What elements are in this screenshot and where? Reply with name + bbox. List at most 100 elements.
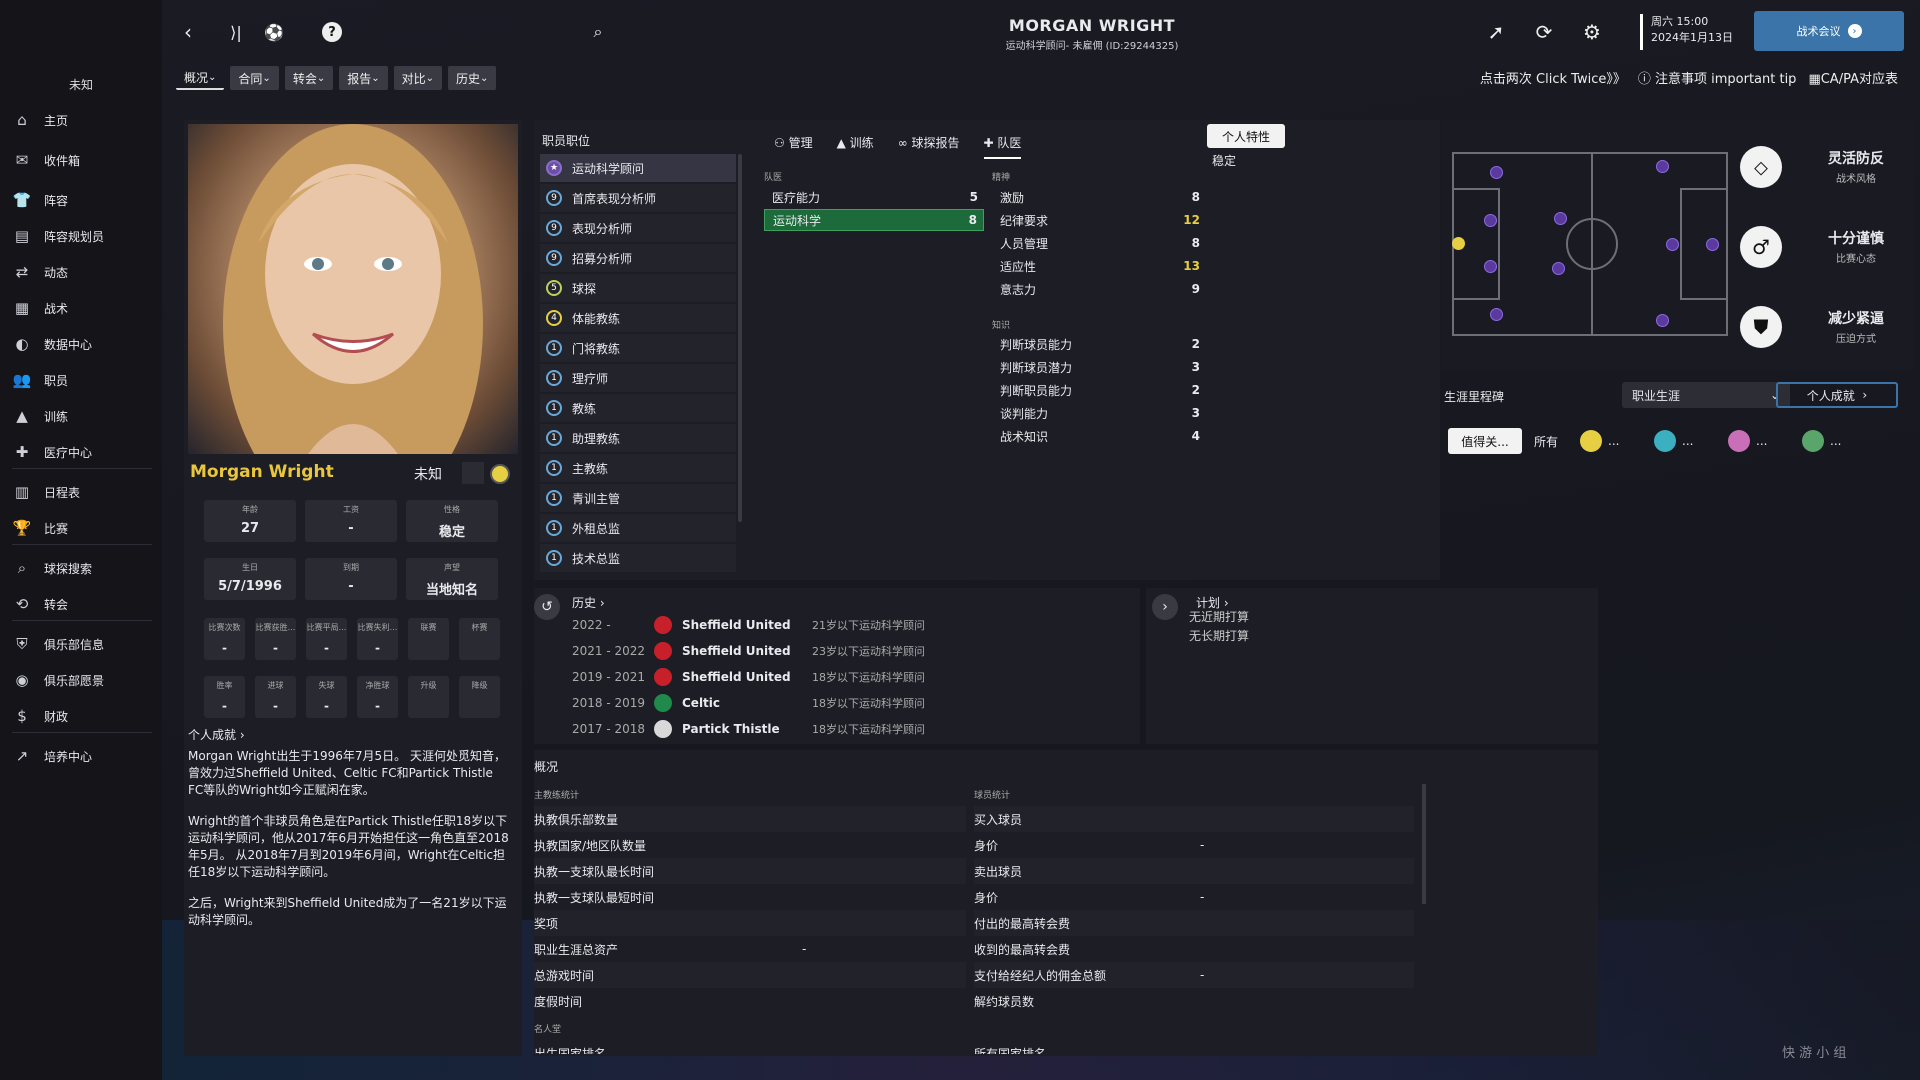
tactics-meeting-label: 战术会议: [1796, 25, 1841, 38]
important-tip-link[interactable]: ⓘ 注意事项 important tip: [1638, 68, 1797, 87]
role-item[interactable]: 1 助理教练: [540, 424, 736, 452]
tab-0[interactable]: 概况 ⌄: [176, 66, 225, 90]
sidebar-item-home[interactable]: ⌂ 主页: [12, 106, 157, 134]
sidebar-item-development[interactable]: ↗ 培养中心: [12, 742, 157, 770]
role-item[interactable]: 9 招募分析师: [540, 244, 736, 272]
sidebar-item-dynamics[interactable]: ⇄ 动态: [12, 258, 157, 286]
plans-icon[interactable]: ›: [1152, 594, 1178, 620]
traits-button[interactable]: 个人特性: [1207, 124, 1285, 148]
ball-icon[interactable]: ⚽: [260, 18, 288, 46]
tab-3[interactable]: 报告 ⌄: [339, 66, 388, 90]
role-rating-badge: 1: [546, 520, 562, 536]
role-item[interactable]: 1 青训主管: [540, 484, 736, 512]
history-row[interactable]: 2018 - 2019 Celtic 18岁以下运动科学顾问: [572, 690, 952, 716]
day-time: 周六 15:00: [1651, 15, 1709, 28]
sidebar-item-squad-planner[interactable]: ▤ 阵容规划员: [12, 222, 157, 250]
role-item[interactable]: 1 技术总监: [540, 544, 736, 572]
history-role: 18岁以下运动科学顾问: [812, 697, 925, 710]
attribute-value: 8: [968, 213, 977, 227]
club-crest-icon: [654, 720, 672, 738]
tactics-meeting-button[interactable]: 战术会议 ›: [1754, 11, 1904, 51]
tab-2[interactable]: 转会 ⌄: [284, 66, 334, 90]
all-filter[interactable]: 所有: [1534, 428, 1558, 454]
achievements-link[interactable]: 个人成就 ›: [188, 726, 245, 743]
sidebar-item-finance[interactable]: $ 财政: [12, 702, 157, 730]
role-item[interactable]: 9 首席表现分析师: [540, 184, 736, 212]
milestone-filter[interactable]: ...: [1728, 428, 1767, 454]
back-icon[interactable]: ‹: [174, 18, 202, 46]
role-item[interactable]: 1 主教练: [540, 454, 736, 482]
role-item[interactable]: 4 体能教练: [540, 304, 736, 332]
notable-filter-button[interactable]: 值得关...: [1448, 428, 1522, 454]
help-icon[interactable]: ?: [318, 18, 346, 46]
sidebar-item-club-info[interactable]: ⛨ 俱乐部信息: [12, 630, 157, 658]
role-item[interactable]: 5 球探: [540, 274, 736, 302]
tactic-card[interactable]: ⛊ 减少紧逼 压迫方式: [1740, 300, 1910, 360]
sidebar-item-calendar[interactable]: ▥ 日程表: [12, 478, 157, 506]
achievements-link-label: 个人成就: [188, 728, 237, 742]
role-item[interactable]: 9 表现分析师: [540, 214, 736, 242]
gear-icon[interactable]: ⚙: [1578, 18, 1606, 46]
role-item[interactable]: 1 外租总监: [540, 514, 736, 542]
tab-label: 对比: [401, 71, 426, 86]
history-icon[interactable]: ↺: [534, 594, 560, 620]
stat-label: 到期: [343, 563, 359, 572]
roles-scrollbar[interactable]: [738, 154, 742, 522]
history-row[interactable]: 2017 - 2018 Partick Thistle 18岁以下运动科学顾问: [572, 716, 952, 742]
role-item[interactable]: ★ 运动科学顾问: [540, 154, 736, 182]
history-row[interactable]: 2019 - 2021 Sheffield United 18岁以下运动科学顾问: [572, 664, 952, 690]
sidebar-item-inbox[interactable]: ✉ 收件箱: [12, 146, 157, 174]
tactic-card[interactable]: ⬦ 灵活防反 战术风格: [1740, 140, 1910, 200]
formation-pitch[interactable]: [1452, 152, 1728, 336]
attr-tab-3[interactable]: ✚ 队医: [983, 134, 1022, 159]
role-item[interactable]: 1 门将教练: [540, 334, 736, 362]
sidebar-item-squad[interactable]: 👕 阵容: [12, 186, 157, 214]
attribute-label: 判断球员潜力: [1000, 360, 1073, 375]
role-rating-badge: 1: [546, 430, 562, 446]
click-twice-link[interactable]: 点击两次 Click Twice》》: [1480, 68, 1626, 87]
forward-icon[interactable]: ⟩|: [222, 18, 250, 46]
milestone-filter[interactable]: ...: [1802, 428, 1841, 454]
attr-tab-1[interactable]: ▲ 训练: [837, 134, 874, 159]
role-item[interactable]: 1 教练: [540, 394, 736, 422]
rocket-icon[interactable]: ➚: [1482, 18, 1510, 46]
attr-tab-2[interactable]: ∞ 球探报告: [898, 134, 960, 159]
tab-5[interactable]: 历史 ⌄: [448, 66, 497, 90]
overview-scrollbar[interactable]: [1422, 784, 1426, 904]
role-label: 外租总监: [572, 521, 621, 536]
milestone-filter[interactable]: ...: [1654, 428, 1693, 454]
tab-4[interactable]: 对比 ⌄: [393, 66, 443, 90]
sidebar-item-transfer[interactable]: ⟲ 转会: [12, 590, 157, 618]
role-rating-badge: ★: [546, 160, 562, 176]
search-icon[interactable]: ⌕: [584, 18, 612, 46]
sidebar-item-club-vision[interactable]: ◉ 俱乐部愿景: [12, 666, 157, 694]
sidebar-item-tactics[interactable]: ▦ 战术: [12, 294, 157, 322]
history-title-link[interactable]: 历史 ›: [572, 594, 605, 611]
sidebar-item-trophy[interactable]: 🏆 比赛: [12, 514, 157, 542]
career-dropdown[interactable]: 职业生涯 ⌄: [1622, 382, 1790, 408]
milestone-filter[interactable]: ...: [1580, 428, 1619, 454]
sidebar-item-search[interactable]: ⌕ 球探搜索: [12, 554, 157, 582]
development-icon: ↗: [15, 747, 29, 765]
history-years: 2022 -: [572, 618, 611, 632]
history-club: Sheffield United: [682, 644, 791, 658]
tactic-card[interactable]: ♂ 十分谨慎 比赛心态: [1740, 220, 1910, 280]
history-role: 23岁以下运动科学顾问: [812, 645, 925, 658]
history-row[interactable]: 2021 - 2022 Sheffield United 23岁以下运动科学顾问: [572, 638, 952, 664]
sidebar-item-training[interactable]: ▲ 训练: [12, 402, 157, 430]
attribute-tabs: ⚇ 管理 ▲ 训练 ∞ 球探报告 ✚ 队医: [774, 134, 1022, 159]
sidebar-item-medical[interactable]: ✚ 医疗中心: [12, 438, 157, 466]
role-label: 运动科学顾问: [572, 161, 645, 176]
stat-box: 生日 5/7/1996: [204, 558, 296, 600]
ca-pa-link[interactable]: ▦CA/PA对应表: [1808, 68, 1898, 87]
record-box: 杯赛: [459, 618, 500, 660]
sidebar-item-staff[interactable]: 👥 职员: [12, 366, 157, 394]
sidebar-item-label: 医疗中心: [44, 445, 93, 460]
role-item[interactable]: 1 理疗师: [540, 364, 736, 392]
sidebar-item-data-hub[interactable]: ◐ 数据中心: [12, 330, 157, 358]
personal-achievements-button[interactable]: 个人成就 ›: [1776, 382, 1898, 408]
attr-tab-0[interactable]: ⚇ 管理: [774, 134, 813, 159]
history-row[interactable]: 2022 - Sheffield United 21岁以下运动科学顾问: [572, 612, 952, 638]
tab-1[interactable]: 合同 ⌄: [230, 66, 279, 90]
refresh-icon[interactable]: ⟳: [1530, 18, 1558, 46]
